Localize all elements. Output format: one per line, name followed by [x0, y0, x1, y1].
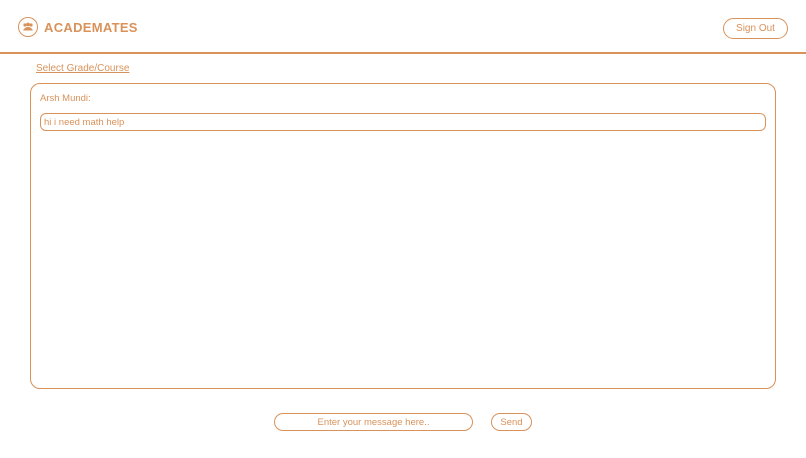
- message-sender: Arsh Mundi:: [40, 93, 91, 104]
- brand-name: ACADEMATES: [44, 19, 138, 35]
- people-icon: [18, 17, 38, 37]
- send-button[interactable]: Send: [491, 413, 532, 431]
- header: ACADEMATES Sign Out: [0, 0, 806, 54]
- select-grade-course-link[interactable]: Select Grade/Course: [36, 63, 129, 74]
- page: ACADEMATES Sign Out Select Grade/Course …: [0, 0, 806, 458]
- chat-panel: Arsh Mundi: hi i need math help: [30, 83, 776, 389]
- message-input[interactable]: [274, 413, 473, 431]
- message-bubble: hi i need math help: [40, 113, 766, 131]
- sign-out-button[interactable]: Sign Out: [723, 18, 788, 39]
- brand[interactable]: ACADEMATES: [18, 17, 138, 37]
